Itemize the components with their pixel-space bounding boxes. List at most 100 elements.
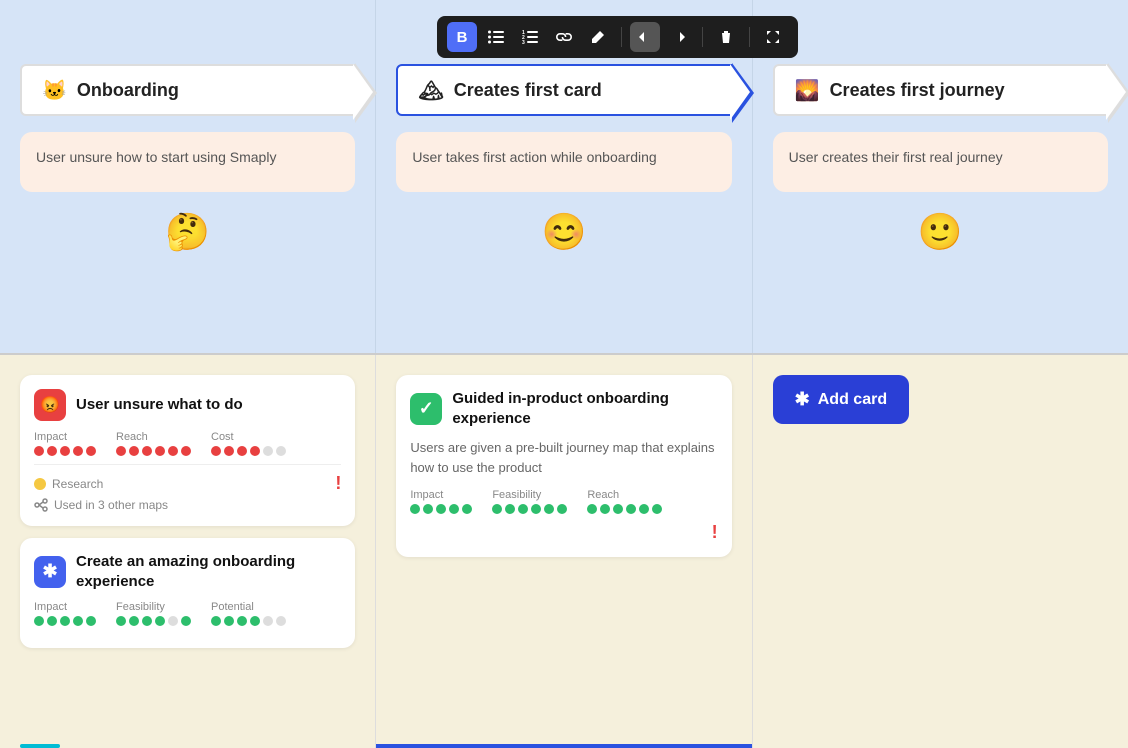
stage-header-creates-first-card[interactable]: 🏔 Creates first card: [396, 64, 731, 116]
onboarding-icon: 🐱: [42, 78, 67, 103]
forward-button[interactable]: [664, 22, 694, 52]
dot: [626, 504, 636, 514]
metrics-row-user-unsure: Impact Reach: [34, 431, 341, 456]
dot: [47, 446, 57, 456]
stage-header-onboarding[interactable]: 🐱 Onboarding: [20, 64, 355, 116]
dot: [462, 504, 472, 514]
back-button[interactable]: [630, 22, 660, 52]
highlight-button[interactable]: [583, 22, 613, 52]
card-title-amazing: Create an amazing onboarding experience: [76, 552, 341, 591]
metric-label-potential-amazing: Potential: [211, 601, 286, 613]
dots-impact: [34, 446, 96, 456]
stage-title-creates-first-card: Creates first card: [454, 80, 602, 101]
dot: [505, 504, 515, 514]
dot: [60, 446, 70, 456]
dot: [142, 616, 152, 626]
card-title-user-unsure: User unsure what to do: [76, 395, 243, 415]
main-area: B 123 🐱: [0, 0, 1128, 748]
expand-button[interactable]: [758, 22, 788, 52]
dot: [168, 446, 178, 456]
metric-feasibility-amazing: Feasibility: [116, 601, 191, 626]
exclamation-guided: !: [712, 522, 718, 543]
tag-research: Research: [34, 477, 103, 491]
desc-text-creates-first-journey: User creates their first real journey: [789, 149, 1003, 165]
metrics-row-amazing: Impact Feasibility: [34, 601, 341, 626]
bullet-list-button[interactable]: [481, 22, 511, 52]
dot: [155, 446, 165, 456]
ordered-list-button[interactable]: 123: [515, 22, 545, 52]
dot: [652, 504, 662, 514]
dot: [224, 616, 234, 626]
dot: [211, 616, 221, 626]
dot: [129, 446, 139, 456]
dot: [116, 616, 126, 626]
dot: [34, 446, 44, 456]
metrics-row-guided: Impact Feasibility: [410, 489, 717, 514]
emoji-creates-first-card: 😊: [396, 192, 731, 272]
dot: [250, 446, 260, 456]
card-user-unsure[interactable]: 😡 User unsure what to do Impact: [20, 375, 355, 526]
formatting-toolbar: B 123: [437, 16, 798, 58]
dot: [211, 446, 221, 456]
card-icon-user-unsure: 😡: [34, 389, 66, 421]
dot: [181, 446, 191, 456]
dot: [237, 446, 247, 456]
dot: [276, 616, 286, 626]
delete-button[interactable]: [711, 22, 741, 52]
dot: [263, 446, 273, 456]
dot: [492, 504, 502, 514]
card-title-guided: Guided in-product onboarding experience: [452, 389, 717, 428]
dot: [237, 616, 247, 626]
link-button[interactable]: [549, 22, 579, 52]
dot: [518, 504, 528, 514]
metric-label-feasibility-amazing: Feasibility: [116, 601, 191, 613]
dot: [276, 446, 286, 456]
add-card-button[interactable]: ✱ Add card: [773, 375, 909, 424]
column-onboarding: 🐱 Onboarding User unsure how to start us…: [0, 0, 376, 353]
dot: [263, 616, 273, 626]
desc-text-creates-first-card: User takes first action while onboarding: [412, 149, 656, 165]
dot: [544, 504, 554, 514]
metric-label-reach: Reach: [116, 431, 191, 443]
dot: [557, 504, 567, 514]
metric-label-cost: Cost: [211, 431, 286, 443]
column-creates-first-journey: 🌄 Creates first journey User creates the…: [753, 0, 1128, 353]
card-icon-emoji: 😡: [40, 395, 60, 415]
metric-impact-amazing: Impact: [34, 601, 96, 626]
dots-reach-guided: [587, 504, 662, 514]
dot: [449, 504, 459, 514]
metric-label-reach-guided: Reach: [587, 489, 662, 501]
card-create-amazing-onboarding[interactable]: ✱ Create an amazing onboarding experienc…: [20, 538, 355, 648]
card-header-user-unsure: 😡 User unsure what to do: [34, 389, 341, 421]
dot: [155, 616, 165, 626]
creates-first-journey-icon: 🌄: [795, 78, 820, 103]
tag-dot-yellow: [34, 478, 46, 490]
dots-feasibility-guided: [492, 504, 567, 514]
stage-header-creates-first-journey[interactable]: 🌄 Creates first journey: [773, 64, 1108, 116]
desc-box-creates-first-journey: User creates their first real journey: [773, 132, 1108, 192]
dot: [73, 616, 83, 626]
metric-label-impact-guided: Impact: [410, 489, 472, 501]
card-icon-guided: ✓: [410, 393, 442, 425]
dots-impact-amazing: [34, 616, 96, 626]
exclamation-icon: !: [335, 473, 341, 494]
card-icon-amazing: ✱: [34, 556, 66, 588]
tag-label-research: Research: [52, 477, 103, 491]
dot: [47, 616, 57, 626]
dot: [613, 504, 623, 514]
guided-desc-text: Users are given a pre-built journey map …: [410, 438, 717, 477]
dot: [73, 446, 83, 456]
bold-button[interactable]: B: [447, 22, 477, 52]
teal-accent-col1: [20, 744, 60, 748]
dot: [600, 504, 610, 514]
dot: [34, 616, 44, 626]
toolbar-divider-2: [702, 27, 703, 47]
dots-potential-amazing: [211, 616, 286, 626]
dots-cost: [211, 446, 286, 456]
metric-feasibility-guided: Feasibility: [492, 489, 567, 514]
metric-reach: Reach: [116, 431, 191, 456]
dot: [250, 616, 260, 626]
card-guided-onboarding[interactable]: ✓ Guided in-product onboarding experienc…: [396, 375, 731, 557]
metric-impact-guided: Impact: [410, 489, 472, 514]
emoji-onboarding: 🤔: [20, 192, 355, 272]
